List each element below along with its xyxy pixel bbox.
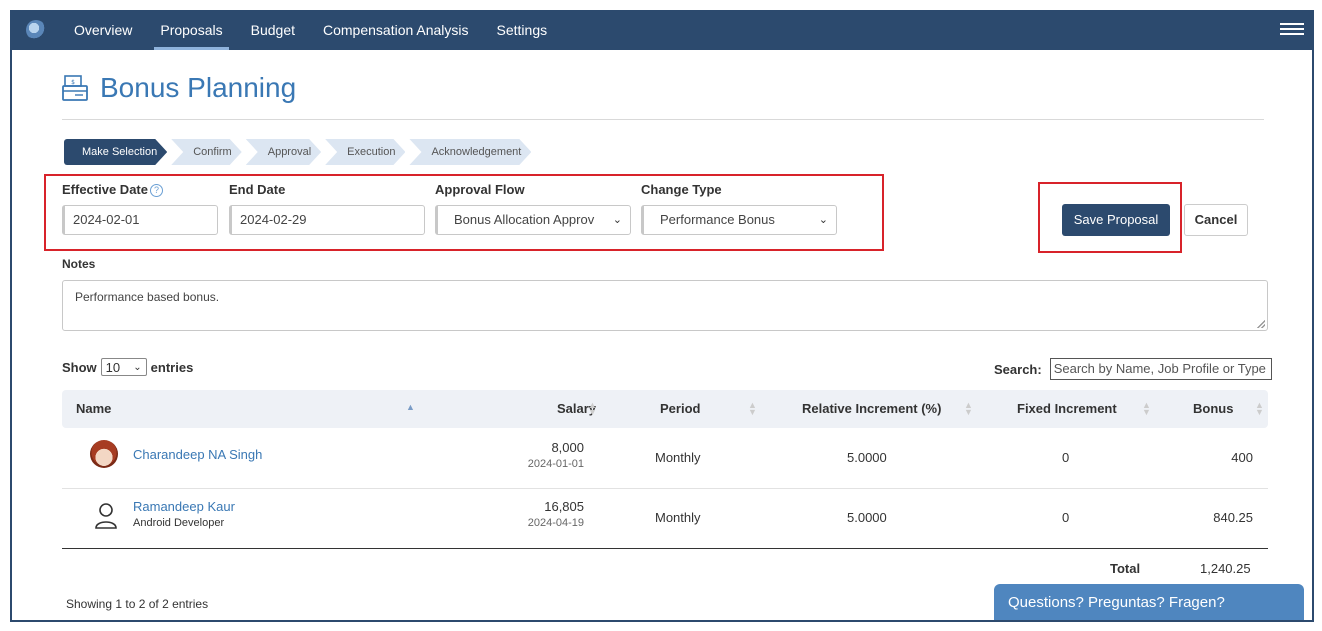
total-value: 1,240.25 bbox=[1200, 561, 1251, 576]
app-frame: Overview Proposals Budget Compensation A… bbox=[10, 10, 1314, 622]
page-length-control: Show 10 ⌄ entries bbox=[62, 358, 193, 376]
col-period[interactable]: Period bbox=[660, 390, 700, 428]
help-chat-button[interactable]: Questions? Preguntas? Fragen? bbox=[994, 584, 1304, 620]
relative-increment-cell: 5.0000 bbox=[847, 510, 887, 525]
divider bbox=[62, 119, 1264, 120]
job-profile: Android Developer bbox=[133, 517, 225, 529]
page-title: Bonus Planning bbox=[100, 72, 297, 103]
effective-date-label: Effective Date? bbox=[62, 182, 163, 197]
menu-icon[interactable] bbox=[1280, 20, 1304, 40]
table-info: Showing 1 to 2 of 2 entries bbox=[66, 597, 209, 611]
col-name[interactable]: Name bbox=[76, 390, 111, 428]
svg-text:$: $ bbox=[71, 79, 75, 86]
fixed-increment-cell: 0 bbox=[1062, 510, 1070, 525]
resize-handle-icon[interactable] bbox=[1257, 320, 1265, 328]
page-header: $ Bonus Planning bbox=[62, 72, 296, 104]
table-row: Ramandeep Kaur Android Developer 16,805 … bbox=[62, 488, 1268, 549]
entries-label: entries bbox=[150, 359, 194, 375]
nav-overview[interactable]: Overview bbox=[60, 10, 146, 50]
end-date-label: End Date bbox=[229, 182, 286, 197]
salary-cell: 8,000 2024-01-01 bbox=[484, 440, 584, 470]
nav-settings[interactable]: Settings bbox=[483, 10, 562, 50]
notes-textarea[interactable]: Performance based bonus. bbox=[62, 280, 1268, 331]
step-approval[interactable]: Approval bbox=[246, 139, 321, 165]
avatar bbox=[90, 440, 118, 468]
col-relative-increment[interactable]: Relative Increment (%) bbox=[802, 390, 941, 428]
change-type-label: Change Type bbox=[641, 182, 722, 197]
sort-icon[interactable]: ▲ ▼ bbox=[1255, 401, 1264, 417]
nav-budget[interactable]: Budget bbox=[237, 10, 309, 50]
sort-icon[interactable]: ▲ ▼ bbox=[1142, 401, 1151, 417]
employee-name[interactable]: Charandeep NA Singh bbox=[133, 447, 262, 462]
approval-flow-select[interactable]: Bonus Allocation Approv ⌄ bbox=[435, 205, 631, 235]
save-proposal-button[interactable]: Save Proposal bbox=[1062, 204, 1170, 236]
table-header: Name ▲ Salary ▲ ▼ Period ▲ ▼ Relative Incr… bbox=[62, 390, 1268, 428]
approval-flow-label: Approval Flow bbox=[435, 182, 525, 197]
sort-icon[interactable]: ▲ ▼ bbox=[964, 401, 973, 417]
show-label: Show bbox=[62, 359, 97, 375]
user-icon bbox=[95, 503, 117, 529]
end-date-input[interactable]: 2024-02-29 bbox=[229, 205, 425, 235]
period-cell: Monthly bbox=[655, 450, 701, 465]
search-input[interactable]: Search by Name, Job Profile or Type bbox=[1049, 358, 1272, 380]
page-length-value: 10 bbox=[105, 360, 121, 375]
app-logo-icon[interactable] bbox=[26, 20, 46, 40]
effective-date-label-text: Effective Date bbox=[62, 182, 148, 197]
notes-text: Performance based bonus. bbox=[75, 290, 220, 304]
period-cell: Monthly bbox=[655, 510, 701, 525]
chevron-down-icon: ⌄ bbox=[133, 362, 142, 373]
progress-steps: Make Selection Confirm Approval Executio… bbox=[64, 139, 535, 165]
total-label: Total bbox=[1110, 561, 1141, 576]
step-acknowledgement[interactable]: Acknowledgement bbox=[409, 139, 531, 165]
chevron-down-icon: ⌄ bbox=[612, 214, 622, 226]
salary-value: 16,805 bbox=[544, 499, 584, 514]
col-fixed-increment[interactable]: Fixed Increment bbox=[1017, 390, 1117, 428]
approval-flow-value: Bonus Allocation Approv bbox=[454, 212, 595, 227]
notes-label: Notes bbox=[62, 257, 96, 271]
info-icon[interactable]: ? bbox=[149, 184, 163, 197]
relative-increment-cell: 5.0000 bbox=[847, 450, 887, 465]
nav-compensation-analysis[interactable]: Compensation Analysis bbox=[309, 10, 483, 50]
fixed-increment-cell: 0 bbox=[1062, 450, 1070, 465]
search-label: Search: bbox=[994, 361, 1042, 377]
bonus-cell: 400 bbox=[1231, 450, 1253, 465]
page-length-select[interactable]: 10 ⌄ bbox=[100, 358, 147, 376]
nav-proposals[interactable]: Proposals bbox=[146, 10, 236, 50]
col-bonus[interactable]: Bonus bbox=[1193, 390, 1233, 428]
sort-icon[interactable]: ▲ ▼ bbox=[588, 401, 597, 417]
step-make-selection[interactable]: Make Selection bbox=[64, 139, 167, 165]
table-row: Charandeep NA Singh 8,000 2024-01-01 Mon… bbox=[62, 428, 1268, 489]
effective-date-input[interactable]: 2024-02-01 bbox=[62, 205, 218, 235]
employee-name-link[interactable]: Charandeep NA Singh bbox=[133, 447, 262, 462]
bonus-cell: 840.25 bbox=[1213, 510, 1253, 525]
step-confirm[interactable]: Confirm bbox=[171, 139, 242, 165]
change-type-select[interactable]: Performance Bonus ⌄ bbox=[641, 205, 837, 235]
table-search: Search: Search by Name, Job Profile or T… bbox=[994, 358, 1272, 380]
top-navbar: Overview Proposals Budget Compensation A… bbox=[12, 10, 1312, 50]
salary-value: 8,000 bbox=[551, 440, 584, 455]
briefcase-money-icon: $ bbox=[62, 75, 88, 101]
salary-cell: 16,805 2024-04-19 bbox=[484, 499, 584, 529]
cancel-button[interactable]: Cancel bbox=[1184, 204, 1248, 236]
sort-icon[interactable]: ▲ ▼ bbox=[748, 401, 757, 417]
chevron-down-icon: ⌄ bbox=[818, 214, 828, 226]
change-type-value: Performance Bonus bbox=[660, 212, 775, 227]
sort-asc-icon[interactable]: ▲ bbox=[406, 402, 415, 412]
employee-name[interactable]: Ramandeep Kaur bbox=[133, 499, 235, 514]
salary-date: 2024-04-19 bbox=[527, 517, 584, 529]
step-execution[interactable]: Execution bbox=[325, 139, 405, 165]
salary-date: 2024-01-01 bbox=[527, 458, 584, 470]
employee-info: Ramandeep Kaur Android Developer bbox=[133, 499, 235, 529]
